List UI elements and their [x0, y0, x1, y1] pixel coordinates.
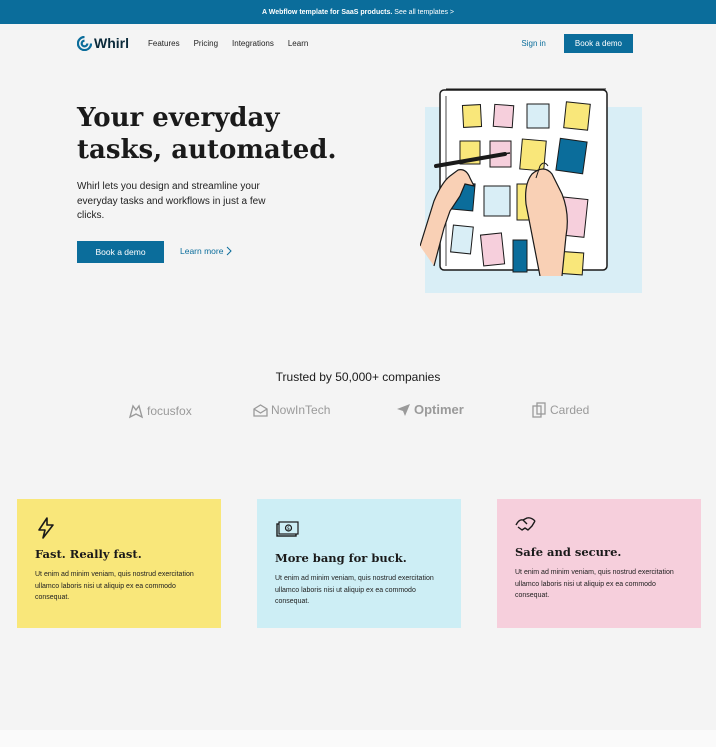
feature-title: Safe and secure. [515, 545, 622, 559]
envelope-icon [253, 403, 268, 417]
feature-body: Ut enim ad minim veniam, quis nostrud ex… [515, 569, 674, 599]
company-logo-optimer: Optimer [396, 402, 464, 417]
nav-link-integrations[interactable]: Integrations [232, 39, 274, 48]
company-name: focusfox [147, 404, 192, 418]
company-logo-nowintech: NowInTech [253, 403, 330, 417]
feature-card-fast: Fast. Really fast. Ut enim ad minim veni… [17, 499, 221, 628]
nav-links: Features Pricing Integrations Learn [148, 39, 308, 48]
handshake-icon [515, 515, 683, 537]
money-icon: $ [275, 521, 443, 543]
feature-body: Ut enim ad minim veniam, quis nostrud ex… [275, 575, 434, 605]
see-templates-link[interactable]: See all templates > [394, 9, 454, 16]
learn-more-link[interactable]: Learn more [180, 246, 233, 256]
trusted-heading: Trusted by 50,000+ companies [275, 370, 441, 384]
sticky-notes-board-illustration [420, 88, 608, 276]
company-logo-focusfox: focusfox [128, 403, 192, 419]
feature-title: Fast. Really fast. [35, 547, 142, 561]
company-name: Carded [550, 403, 590, 417]
hero-subtitle: Whirl lets you design and streamline you… [77, 181, 266, 221]
logo-text: Whirl [94, 35, 129, 51]
hero-title-line2: tasks, automated. [77, 135, 337, 165]
learn-more-label: Learn more [180, 246, 224, 256]
feature-card-secure: Safe and secure. Ut enim ad minim veniam… [497, 499, 701, 628]
company-name: NowInTech [271, 403, 331, 417]
sign-in-link[interactable]: Sign in [521, 39, 545, 48]
feature-card-value: $ More bang for buck. Ut enim ad minim v… [257, 499, 461, 628]
cards-icon [532, 402, 546, 418]
feature-body: Ut enim ad minim veniam, quis nostrud ex… [35, 571, 194, 601]
navbar: Whirl Features Pricing Integrations Lear… [77, 33, 633, 53]
lightning-icon [35, 517, 203, 539]
nav-book-demo-button[interactable]: Book a demo [563, 33, 633, 53]
announcement-text: A Webflow template for SaaS products. [261, 8, 393, 16]
whirl-logo-icon [77, 35, 92, 51]
announcement-bar: A Webflow template for SaaS products. Se… [0, 0, 716, 24]
logo[interactable]: Whirl [77, 35, 129, 51]
nav-link-features[interactable]: Features [148, 39, 180, 48]
feature-title: More bang for buck. [275, 551, 407, 565]
paper-plane-icon [397, 403, 410, 416]
company-logos: focusfox NowInTech Optimer Carded [0, 400, 716, 422]
chevron-right-icon [227, 246, 233, 256]
company-logo-carded: Carded [532, 402, 589, 418]
hero-title-line1: Your everyday [77, 103, 280, 133]
svg-text:$: $ [287, 526, 290, 532]
nav-link-learn[interactable]: Learn [288, 39, 308, 48]
nav-link-pricing[interactable]: Pricing [194, 39, 218, 48]
fox-icon [128, 404, 144, 419]
page-bottom-edge [0, 730, 716, 747]
hero-title: Your everyday tasks, automated. [77, 102, 377, 166]
company-name: Optimer [414, 402, 464, 417]
hero-book-demo-button[interactable]: Book a demo [77, 241, 164, 263]
